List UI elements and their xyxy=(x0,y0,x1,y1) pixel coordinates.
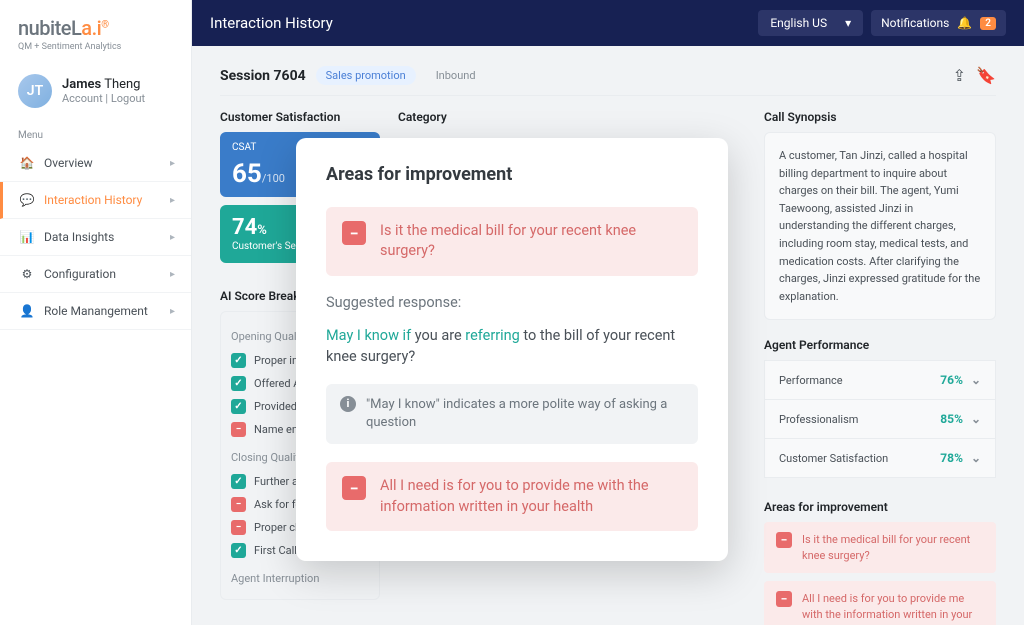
chevron-right-icon: ▸ xyxy=(170,158,175,169)
sidebar-item-interaction-history[interactable]: 💬Interaction History ▸ xyxy=(0,182,191,219)
notifications-badge: 2 xyxy=(980,17,996,30)
check-icon: ✓ xyxy=(231,474,246,489)
sentiment-value: 74 xyxy=(232,215,257,240)
chevron-down-icon: ⌄ xyxy=(971,412,981,426)
csat-max: /100 xyxy=(262,172,285,185)
page-title: Interaction History xyxy=(210,14,333,32)
csat-section-label: Customer Satisfaction xyxy=(220,110,380,124)
sidebar: nubiteLa.i® QM + Sentiment Analytics JT … xyxy=(0,0,192,625)
perf-value: 76% xyxy=(940,373,963,387)
improvement-title: Areas for improvement xyxy=(764,500,996,514)
user-icon: 👤 xyxy=(20,304,34,318)
perf-label: Performance xyxy=(779,374,843,387)
perf-row-csat[interactable]: Customer Satisfaction 78% ⌄ xyxy=(764,439,996,478)
modal-question-1: − Is it the medical bill for your recent… xyxy=(326,207,698,276)
check-icon: ✓ xyxy=(231,399,246,414)
perf-value: 85% xyxy=(940,412,963,426)
improvement-modal: Areas for improvement − Is it the medica… xyxy=(296,138,728,561)
chat-icon: 💬 xyxy=(20,193,34,207)
chevron-right-icon: ▸ xyxy=(170,269,175,280)
modal-question-text: All I need is for you to provide me with… xyxy=(380,476,682,517)
chevron-right-icon: ▸ xyxy=(170,232,175,243)
sidebar-item-overview[interactable]: 🏠Overview ▸ xyxy=(0,145,191,182)
minus-icon: − xyxy=(231,520,246,535)
check-icon: ✓ xyxy=(231,376,246,391)
csat-value: 65 xyxy=(232,159,262,189)
breakdown-group-interruption: Agent Interruption xyxy=(231,572,369,585)
perf-row-professionalism[interactable]: Professionalism 85% ⌄ xyxy=(764,400,996,439)
minus-icon: − xyxy=(342,476,366,500)
suggested-response-text: May I know if you are referring to the b… xyxy=(326,325,698,369)
minus-icon: − xyxy=(231,422,246,437)
notifications-label: Notifications xyxy=(881,16,949,30)
check-icon: ✓ xyxy=(231,543,246,558)
user-block: JT James Theng Account | Logout xyxy=(0,60,191,122)
perf-row-performance[interactable]: Performance 76% ⌄ xyxy=(764,360,996,400)
tag-sales-promotion[interactable]: Sales promotion xyxy=(316,66,416,85)
language-value: English US xyxy=(770,16,827,30)
divider xyxy=(220,95,996,96)
chevron-down-icon: ▾ xyxy=(845,16,851,30)
perf-value: 78% xyxy=(940,451,963,465)
minus-icon: − xyxy=(231,497,246,512)
minus-icon: − xyxy=(776,532,792,548)
share-icon[interactable]: ⇪ xyxy=(953,66,966,85)
bookmark-icon[interactable]: 🔖 xyxy=(976,66,996,85)
brand-subtitle: QM + Sentiment Analytics xyxy=(18,42,173,52)
session-title: Session 7604 xyxy=(220,68,306,84)
info-tip: i "May I know" indicates a more polite w… xyxy=(326,384,698,444)
topbar: Interaction History English US ▾ Notific… xyxy=(192,0,1024,46)
csat-label: CSAT xyxy=(232,142,256,153)
user-links[interactable]: Account | Logout xyxy=(62,92,145,105)
avatar[interactable]: JT xyxy=(18,74,52,108)
user-name: James Theng xyxy=(62,77,145,92)
info-text: "May I know" indicates a more polite way… xyxy=(366,396,684,432)
improvement-side-section: Areas for improvement − Is it the medica… xyxy=(764,500,996,625)
info-icon: i xyxy=(340,396,356,412)
improvement-text: Is it the medical bill for your recent k… xyxy=(802,532,984,563)
gear-icon: ⚙ xyxy=(20,267,34,281)
sidebar-item-configuration[interactable]: ⚙Configuration ▸ xyxy=(0,256,191,293)
sentiment-pct: % xyxy=(257,223,267,238)
sidebar-item-data-insights[interactable]: 📊Data Insights ▸ xyxy=(0,219,191,256)
bell-icon: 🔔 xyxy=(957,16,972,30)
notifications-button[interactable]: Notifications 🔔 2 xyxy=(871,10,1006,36)
perf-label: Professionalism xyxy=(779,413,858,426)
tag-inbound[interactable]: Inbound xyxy=(426,66,486,85)
improvement-card[interactable]: − Is it the medical bill for your recent… xyxy=(764,522,996,573)
menu-label: Menu xyxy=(0,122,191,145)
agent-performance-section: Agent Performance Performance 76% ⌄ Profe… xyxy=(764,338,996,478)
chevron-down-icon: ⌄ xyxy=(971,373,981,387)
perf-label: Customer Satisfaction xyxy=(779,452,888,465)
chevron-down-icon: ⌄ xyxy=(971,451,981,465)
check-icon: ✓ xyxy=(231,353,246,368)
category-label: Category xyxy=(398,110,746,124)
minus-icon: − xyxy=(776,591,792,607)
synopsis-title: Call Synopsis xyxy=(764,110,996,124)
modal-question-2: − All I need is for you to provide me wi… xyxy=(326,462,698,531)
minus-icon: − xyxy=(342,221,366,245)
logo-area: nubiteLa.i® QM + Sentiment Analytics xyxy=(0,0,191,60)
sidebar-item-role-management[interactable]: 👤Role Manangement ▸ xyxy=(0,293,191,330)
modal-title: Areas for improvement xyxy=(326,164,698,185)
perf-title: Agent Performance xyxy=(764,338,996,352)
improvement-card[interactable]: − All I need is for you to provide me wi… xyxy=(764,581,996,625)
language-selector[interactable]: English US ▾ xyxy=(758,10,863,36)
chevron-right-icon: ▸ xyxy=(170,195,175,206)
suggested-response-label: Suggested response: xyxy=(326,294,698,311)
session-header: Session 7604 Sales promotion Inbound ⇪ 🔖 xyxy=(220,66,996,85)
modal-question-text: Is it the medical bill for your recent k… xyxy=(380,221,682,262)
synopsis-text: A customer, Tan Jinzi, called a hospital… xyxy=(764,132,996,320)
chart-icon: 📊 xyxy=(20,230,34,244)
brand-logo: nubiteLa.i® xyxy=(18,16,173,40)
improvement-text: All I need is for you to provide me with… xyxy=(802,591,984,625)
home-icon: 🏠 xyxy=(20,156,34,170)
chevron-right-icon: ▸ xyxy=(170,306,175,317)
